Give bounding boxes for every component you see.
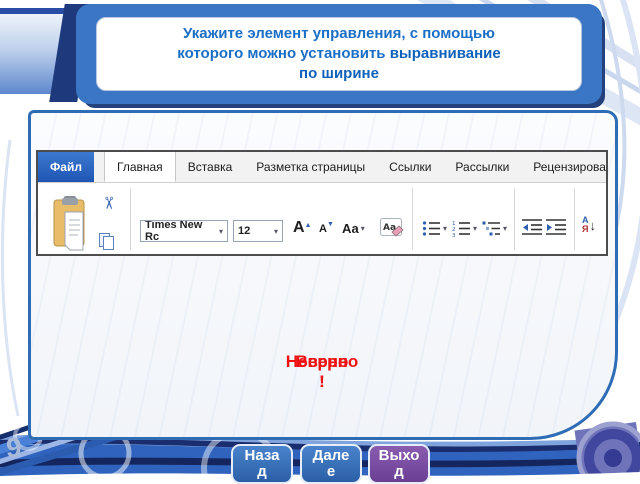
- feedback-label-correct: Верно !: [296, 352, 349, 392]
- ribbon-tab-home[interactable]: Главная: [104, 152, 176, 182]
- sort-letter-bottom: Я: [582, 224, 589, 234]
- sort-letters: А Я: [582, 216, 589, 234]
- feedback-labels: Неверно ! Верно !: [240, 352, 404, 408]
- change-case-button[interactable]: Аа ▾: [342, 222, 365, 235]
- grow-font-button[interactable]: А ▲: [293, 220, 312, 236]
- dropdown-icon[interactable]: ▾: [473, 224, 477, 233]
- decrease-indent-button[interactable]: [522, 218, 542, 236]
- sort-arrow-icon: ↓: [589, 217, 597, 233]
- font-size-value: 12: [238, 225, 251, 237]
- ribbon-controls: ✂ Times New Rc ▾ 12 ▾ А ▲ А ▼ Аа ▾ Аа ▾ …: [38, 184, 606, 254]
- font-name-combo[interactable]: Times New Rc ▾: [140, 220, 228, 242]
- cut-icon: ✂: [99, 196, 118, 211]
- ribbon-tab-insert[interactable]: Вставка: [176, 152, 245, 182]
- ribbon-tab-mailings[interactable]: Рассылки: [443, 152, 521, 182]
- numbering-icon: 1 2 3: [452, 221, 470, 237]
- ribbon-tabstrip: Файл Главная Вставка Разметка страницы С…: [38, 152, 606, 183]
- copy-button[interactable]: [98, 232, 116, 252]
- ribbon-tab-review[interactable]: Рецензирование: [521, 152, 606, 182]
- copy-icon: [99, 233, 114, 250]
- ribbon-tab-references[interactable]: Ссылки: [377, 152, 443, 182]
- sort-button[interactable]: А Я ↓: [582, 216, 596, 234]
- dropdown-icon[interactable]: ▾: [271, 227, 278, 236]
- svg-text:3: 3: [452, 233, 456, 237]
- multilevel-list-icon: [482, 221, 500, 236]
- bullets-icon: [422, 221, 440, 236]
- decrease-indent-icon: [522, 219, 542, 235]
- question-banner: Укажите элемент управления, с помощью ко…: [76, 4, 602, 104]
- group-separator: [514, 188, 515, 250]
- font-size-combo[interactable]: 12 ▾: [233, 220, 283, 242]
- page-number: 9: [6, 432, 22, 463]
- multilevel-list-button[interactable]: ▾: [482, 220, 507, 237]
- feedback-word: Верно: [295, 352, 349, 371]
- paste-button[interactable]: [52, 196, 88, 252]
- bullets-button[interactable]: ▾: [422, 220, 447, 237]
- word-ribbon-screenshot: Файл Главная Вставка Разметка страницы С…: [36, 150, 608, 256]
- group-separator: [412, 188, 413, 250]
- change-case-label: Аа: [342, 221, 359, 236]
- feedback-mark: !: [319, 372, 325, 391]
- cut-button[interactable]: ✂: [98, 196, 118, 216]
- back-button[interactable]: Назад: [231, 444, 293, 484]
- dropdown-icon[interactable]: ▾: [361, 224, 365, 233]
- font-name-value: Times New Rc: [145, 220, 203, 242]
- increase-indent-icon: [546, 219, 566, 235]
- ribbon-tab-file[interactable]: Файл: [38, 152, 94, 182]
- shrink-font-button[interactable]: А ▼: [319, 221, 334, 235]
- grow-font-letter: А: [293, 219, 305, 236]
- dropdown-icon[interactable]: ▾: [216, 227, 223, 236]
- exit-button[interactable]: Выход: [368, 444, 430, 484]
- clear-formatting-button[interactable]: Аа: [380, 218, 404, 240]
- ribbon-tab-page-layout[interactable]: Разметка страницы: [244, 152, 377, 182]
- dropdown-icon[interactable]: ▾: [443, 224, 447, 233]
- next-button[interactable]: Далее: [300, 444, 362, 484]
- dropdown-icon[interactable]: ▾: [503, 224, 507, 233]
- clear-formatting-icon: Аа: [380, 218, 404, 237]
- question-box: Укажите элемент управления, с помощью ко…: [96, 17, 582, 91]
- group-separator: [574, 188, 575, 250]
- shrink-font-arrow-icon: ▼: [326, 221, 334, 228]
- shrink-font-letter: А: [319, 223, 327, 235]
- numbering-button[interactable]: 1 2 3 ▾: [452, 220, 477, 237]
- increase-indent-button[interactable]: [546, 218, 566, 236]
- grow-font-arrow-icon: ▲: [304, 222, 312, 229]
- paste-icon: [53, 196, 85, 251]
- group-separator: [130, 188, 131, 250]
- question-text: Укажите элемент управления, с помощью ко…: [173, 24, 505, 83]
